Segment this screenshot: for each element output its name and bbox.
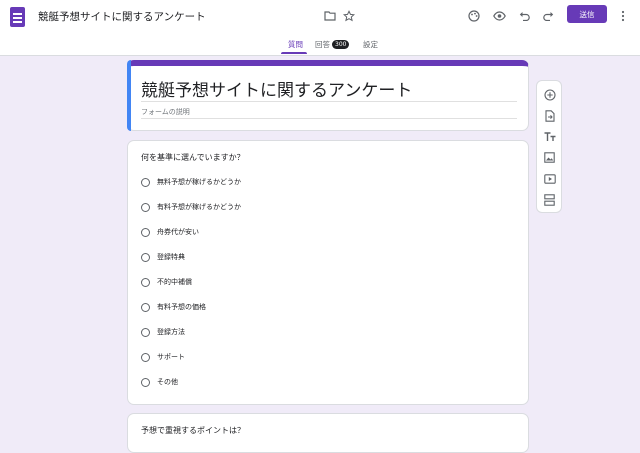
question-title[interactable]: 予想で重視するポイントは？ xyxy=(141,425,245,436)
option-label: 無料予想が稼げるかどうか xyxy=(157,178,241,186)
radio-option[interactable]: 有料予想の価格 xyxy=(141,301,206,313)
form-description-field[interactable]: フォームの説明 xyxy=(141,107,190,117)
add-title-icon[interactable] xyxy=(543,130,556,143)
add-section-icon[interactable] xyxy=(543,193,556,206)
redo-icon[interactable] xyxy=(540,8,556,24)
app-header: 競艇予想サイトに関するアンケート 送信 質問 回答 300 設定 xyxy=(0,0,640,56)
responses-count-badge: 300 xyxy=(332,40,350,49)
radio-circle[interactable] xyxy=(141,302,150,312)
star-icon[interactable] xyxy=(341,8,357,24)
radio-option[interactable]: 無料予想が稼げるかどうか xyxy=(141,176,241,188)
radio-circle[interactable] xyxy=(141,327,150,337)
radio-circle[interactable] xyxy=(141,177,150,187)
radio-option[interactable]: サポート xyxy=(141,351,185,363)
question-title[interactable]: 何を基準に選んでいますか？ xyxy=(141,152,245,163)
radio-circle[interactable] xyxy=(141,227,150,237)
option-label: サポート xyxy=(157,353,185,361)
form-title[interactable]: 競艇予想サイトに関するアンケート xyxy=(141,76,412,101)
radio-circle[interactable] xyxy=(141,252,150,262)
option-label: 有料予想が稼げるかどうか xyxy=(157,203,241,211)
question-card-2[interactable]: 予想で重視するポイントは？ xyxy=(127,413,529,453)
option-label: 登録方法 xyxy=(157,328,185,336)
tab-responses-label: 回答 xyxy=(315,40,330,49)
import-question-icon[interactable] xyxy=(543,109,556,122)
form-tabs: 質問 回答 300 設定 xyxy=(0,36,640,55)
option-label: 登録特典 xyxy=(157,253,185,261)
title-underline xyxy=(141,101,517,102)
radio-option[interactable]: 有料予想が稼げるかどうか xyxy=(141,201,241,213)
option-label: 不的中補償 xyxy=(157,278,192,286)
more-vert-icon[interactable] xyxy=(615,8,631,24)
radio-option[interactable]: 登録特典 xyxy=(141,251,185,263)
add-video-icon[interactable] xyxy=(543,172,556,185)
radio-circle[interactable] xyxy=(141,352,150,362)
radio-option[interactable]: その他 xyxy=(141,376,178,388)
send-button[interactable]: 送信 xyxy=(567,5,607,23)
radio-circle[interactable] xyxy=(141,202,150,212)
forms-app-icon[interactable] xyxy=(10,7,25,27)
radio-circle[interactable] xyxy=(141,277,150,287)
palette-icon[interactable] xyxy=(466,8,482,24)
add-image-icon[interactable] xyxy=(543,151,556,164)
description-underline xyxy=(141,118,517,119)
radio-option[interactable]: 登録方法 xyxy=(141,326,185,338)
preview-eye-icon[interactable] xyxy=(491,8,507,24)
tab-settings[interactable]: 設定 xyxy=(363,39,378,50)
undo-icon[interactable] xyxy=(516,8,532,24)
radio-circle[interactable] xyxy=(141,377,150,387)
radio-option[interactable]: 不的中補償 xyxy=(141,276,192,288)
radio-option[interactable]: 舟券代が安い xyxy=(141,226,199,238)
folder-icon[interactable] xyxy=(322,8,338,24)
add-question-icon[interactable] xyxy=(543,88,556,101)
option-label: 有料予想の価格 xyxy=(157,303,206,311)
question-card[interactable]: 何を基準に選んでいますか？ 無料予想が稼げるかどうか 有料予想が稼げるかどうか … xyxy=(127,140,529,405)
option-label: 舟券代が安い xyxy=(157,228,199,236)
question-toolbar xyxy=(536,80,562,213)
active-tab-indicator xyxy=(281,52,307,54)
document-title[interactable]: 競艇予想サイトに関するアンケート xyxy=(38,9,206,24)
tab-questions[interactable]: 質問 xyxy=(288,39,303,50)
form-title-card[interactable]: 競艇予想サイトに関するアンケート フォームの説明 xyxy=(127,60,529,131)
tab-responses[interactable]: 回答 300 xyxy=(315,39,350,50)
option-label: その他 xyxy=(157,378,178,386)
